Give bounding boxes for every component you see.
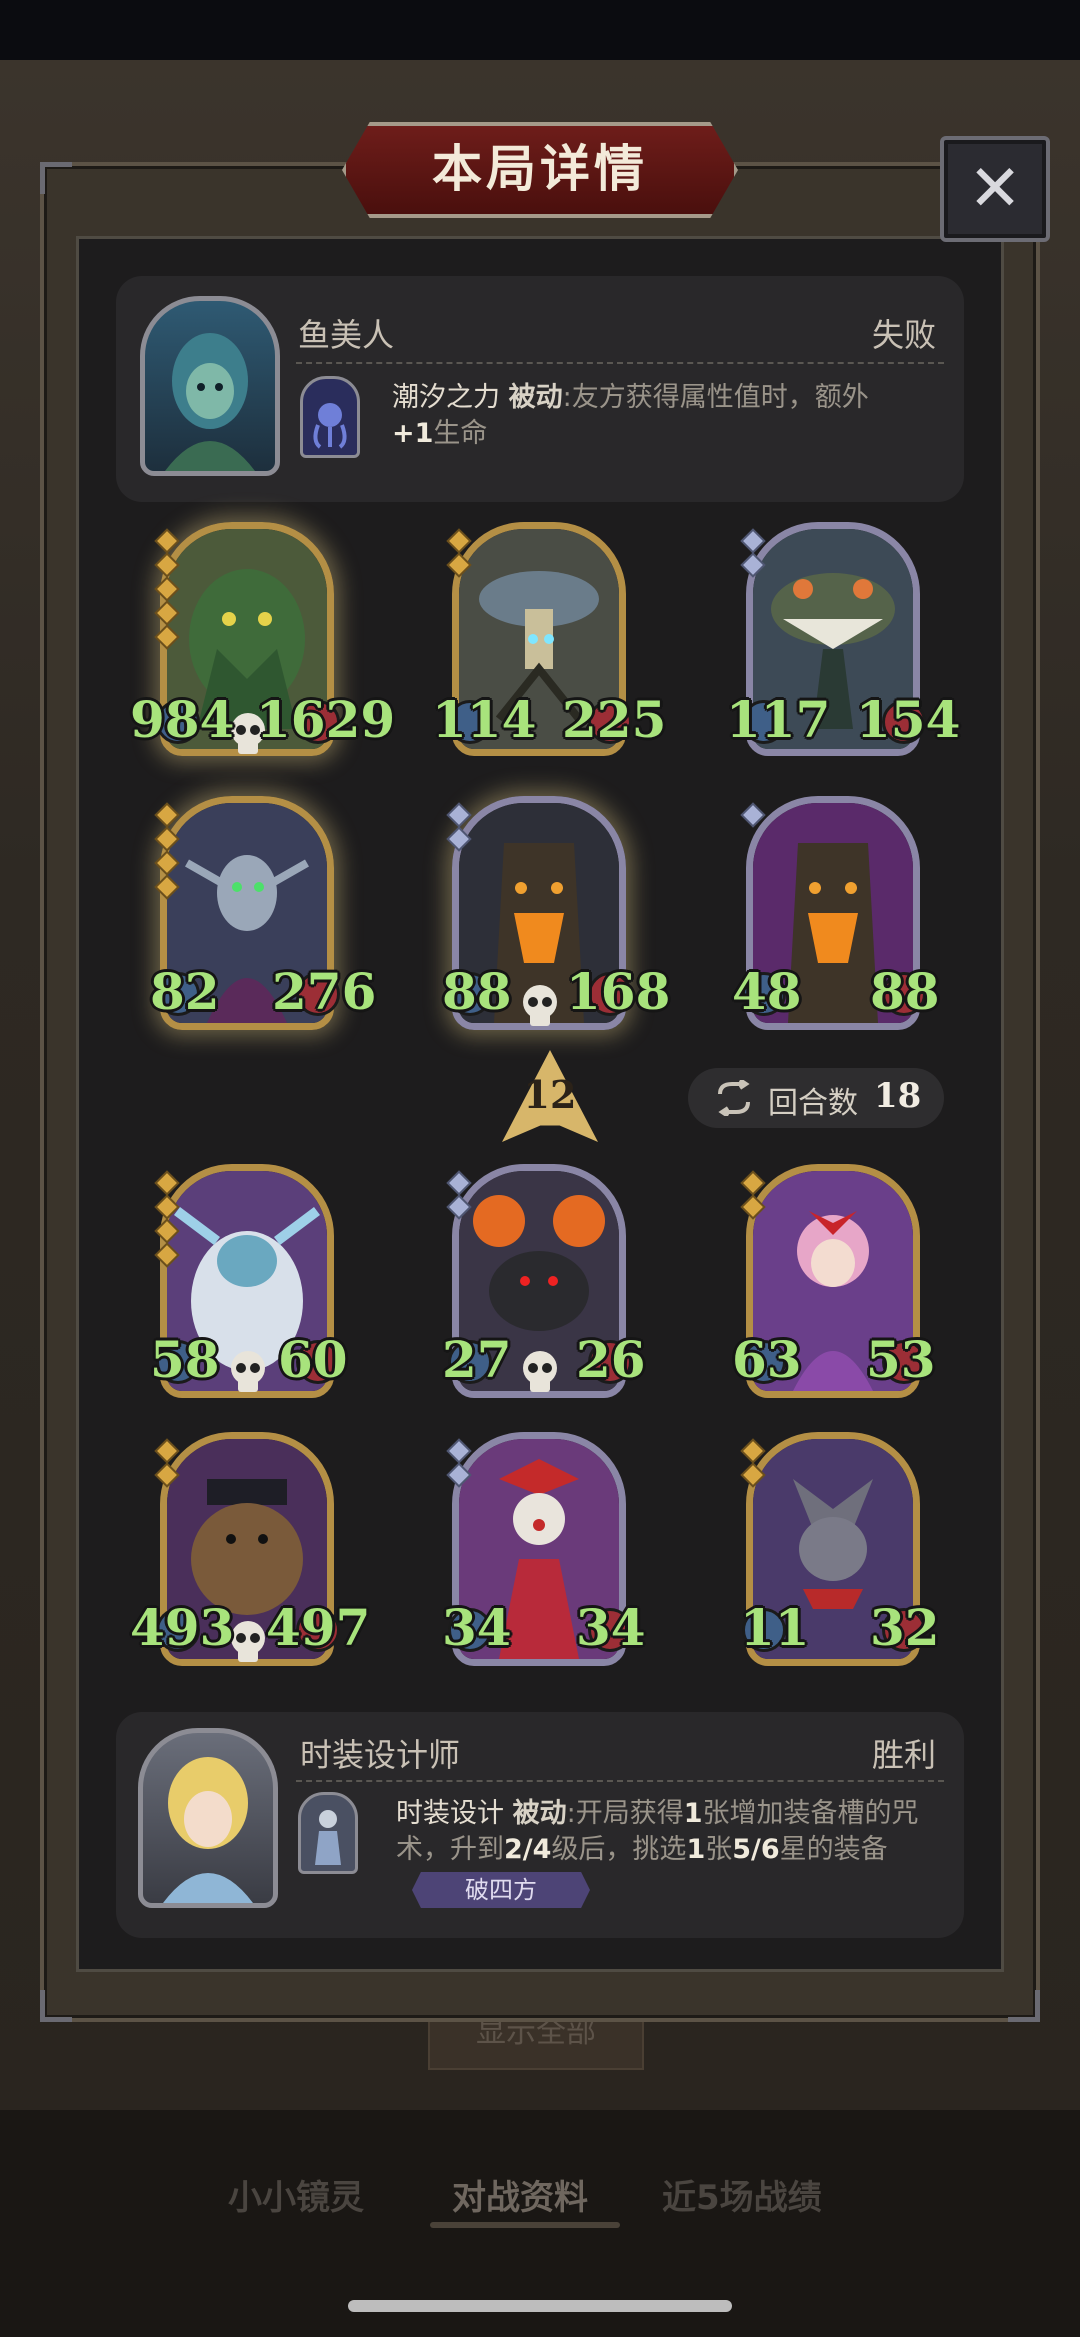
frame-corner xyxy=(40,162,72,194)
skill-text: 级后，挑选 xyxy=(551,1834,687,1865)
health-value: 53 xyxy=(866,1330,936,1389)
star-pips xyxy=(157,805,177,904)
health-value: 34 xyxy=(576,1598,646,1657)
bottom-nav: 小小镜灵 对战资料 近5场战绩 xyxy=(0,2150,1080,2240)
star-pips xyxy=(449,1173,469,1224)
tentacle-icon xyxy=(313,403,347,449)
skill-text: 星的装备 xyxy=(779,1834,888,1865)
skill-description: 潮汐之力 被动:友方获得属性值时，额外 +1生命 xyxy=(392,380,952,452)
refresh-icon xyxy=(718,1080,750,1116)
skill-name: 潮汐之力 xyxy=(392,382,500,413)
player-name: 鱼美人 xyxy=(298,316,395,354)
skill-text: 生命 xyxy=(433,418,488,449)
turn-number: 12 xyxy=(523,1072,577,1117)
skill-value: 1 xyxy=(686,1834,706,1865)
skill-value: +1 xyxy=(392,418,434,449)
health-value: 225 xyxy=(562,690,667,749)
star-pips xyxy=(743,1173,763,1224)
star-pips xyxy=(157,531,177,654)
title-badge: 破四方 xyxy=(412,1872,590,1908)
star-pips xyxy=(449,1441,469,1492)
divider xyxy=(296,362,944,364)
fashion-designer-portrait-icon xyxy=(163,1757,253,1903)
player-name: 时装设计师 xyxy=(300,1736,461,1774)
attack-value: 34 xyxy=(442,1598,512,1657)
star-pips xyxy=(157,1173,177,1272)
skill-text: :开局获得 xyxy=(566,1798,684,1829)
round-label: 回合数 xyxy=(768,1086,858,1121)
health-value: 32 xyxy=(870,1598,940,1657)
skill-value: 2/4 xyxy=(504,1834,552,1865)
attack-value: 58 xyxy=(150,1330,220,1389)
health-value: 60 xyxy=(278,1330,348,1389)
health-value: 497 xyxy=(266,1598,371,1657)
active-tab-indicator xyxy=(430,2222,620,2228)
star-pips xyxy=(449,805,469,856)
skill-text: 术，升到 xyxy=(396,1834,504,1865)
attack-value: 493 xyxy=(130,1598,235,1657)
health-value: 276 xyxy=(272,962,377,1021)
skill-value: 1 xyxy=(683,1798,703,1829)
tab-battle-info[interactable]: 对战资料 xyxy=(452,2170,588,2219)
skill-type: 被动 xyxy=(508,382,563,413)
attack-value: 117 xyxy=(726,690,831,749)
home-indicator[interactable] xyxy=(348,2300,732,2312)
star-pips xyxy=(743,1441,763,1492)
skill-text: :友方获得属性值时，额外 xyxy=(562,382,869,413)
match-result: 胜利 xyxy=(872,1736,937,1774)
skill-icon[interactable] xyxy=(300,376,360,458)
divider xyxy=(296,1780,944,1782)
skill-value: 5/6 xyxy=(732,1834,780,1865)
skull-icon xyxy=(231,1351,265,1392)
attack-value: 48 xyxy=(732,962,802,1021)
skill-icon[interactable] xyxy=(298,1792,358,1874)
skull-icon xyxy=(523,985,557,1026)
frame-corner xyxy=(1008,1990,1040,2022)
attack-value: 114 xyxy=(432,690,537,749)
skill-text: 张 xyxy=(705,1834,733,1865)
attack-value: 27 xyxy=(442,1330,512,1389)
modal-title: 本局详情 xyxy=(342,122,738,218)
skill-description: 时装设计 被动:开局获得1张增加装备槽的咒 术，升到2/4级后，挑选1张5/6星… xyxy=(396,1796,956,1868)
health-value: 154 xyxy=(856,690,961,749)
health-value: 88 xyxy=(870,962,940,1021)
round-counter: 回合数 18 xyxy=(688,1068,944,1128)
tab-recent-matches[interactable]: 近5场战绩 xyxy=(662,2170,822,2219)
attack-value: 984 xyxy=(130,690,235,749)
player-panel: 时装设计师 胜利 时装设计 被动:开局获得1张增加装备槽的咒 术，升到2/4级后… xyxy=(116,1712,964,1938)
round-value: 18 xyxy=(874,1076,922,1116)
health-value: 1629 xyxy=(256,690,396,749)
frame-corner xyxy=(40,1990,72,2022)
skill-type: 被动 xyxy=(512,1798,567,1829)
skill-name: 时装设计 xyxy=(396,1798,504,1829)
close-button[interactable]: ✕ xyxy=(940,136,1050,242)
star-pips xyxy=(743,805,763,832)
opponent-panel: 鱼美人 失败 潮汐之力 被动:友方获得属性值时，额外 +1生命 xyxy=(116,276,964,502)
avatar[interactable] xyxy=(138,1728,278,1908)
health-value: 26 xyxy=(576,1330,646,1389)
avatar[interactable] xyxy=(140,296,280,476)
health-value: 168 xyxy=(566,962,671,1021)
attack-value: 88 xyxy=(442,962,512,1021)
star-pips xyxy=(449,531,469,582)
tab-mirror-spirit[interactable]: 小小镜灵 xyxy=(228,2170,364,2219)
mermaid-portrait-icon xyxy=(165,333,255,471)
skull-icon xyxy=(523,1351,557,1392)
attack-value: 63 xyxy=(732,1330,802,1389)
attack-value: 82 xyxy=(150,962,220,1021)
close-icon: ✕ xyxy=(968,152,1022,226)
star-pips xyxy=(743,531,763,582)
star-pips xyxy=(157,1441,177,1492)
match-result: 失败 xyxy=(872,316,937,354)
skill-text: 张增加装备槽的咒 xyxy=(702,1798,919,1829)
attack-value: 11 xyxy=(740,1598,810,1657)
mannequin-icon xyxy=(315,1810,341,1865)
